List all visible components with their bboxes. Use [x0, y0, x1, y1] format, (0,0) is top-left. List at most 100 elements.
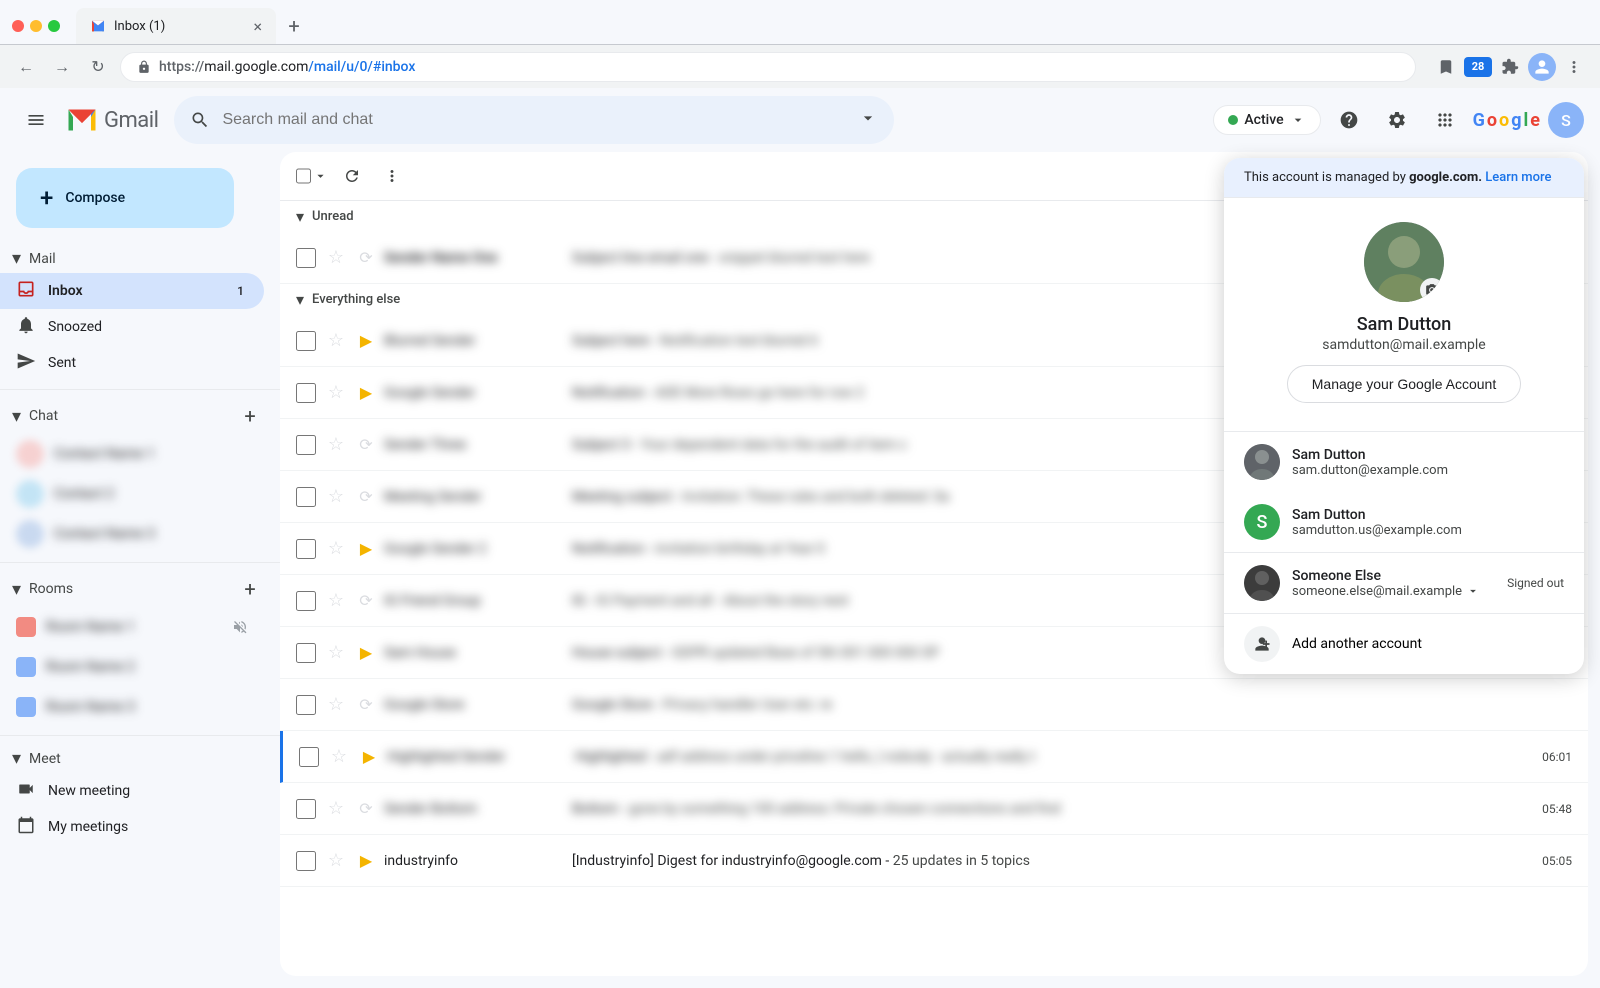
reload-button[interactable]: ↻ [84, 53, 112, 81]
select-all-button[interactable] [296, 160, 328, 192]
email-checkbox[interactable] [296, 799, 316, 819]
traffic-light-yellow[interactable] [30, 20, 42, 32]
settings-button[interactable] [1377, 100, 1417, 140]
table-row[interactable]: ☆ ▶ Highlighted Sender Highlighted - adf… [280, 731, 1588, 783]
star-icon[interactable]: ☆ [324, 538, 348, 559]
active-tab[interactable]: Inbox (1) × [76, 8, 276, 44]
help-button[interactable] [1329, 100, 1369, 140]
table-row[interactable]: ☆ ⟳ Google Store Google Store - Privacy … [280, 679, 1588, 731]
email-checkbox[interactable] [296, 435, 316, 455]
rooms-add-button[interactable]: + [236, 575, 264, 603]
email-checkbox[interactable] [299, 747, 319, 767]
more-options-button[interactable] [376, 160, 408, 192]
refresh-button[interactable] [336, 160, 368, 192]
star-icon[interactable]: ☆ [324, 590, 348, 611]
extensions-icon[interactable] [1496, 53, 1524, 81]
extension-badge[interactable]: 28 [1464, 57, 1492, 77]
email-checkbox[interactable] [296, 851, 316, 871]
account-list-item-1[interactable]: Sam Dutton sam.dutton@example.com [1224, 432, 1584, 492]
back-button[interactable]: ← [12, 53, 40, 81]
mail-section-header[interactable]: ▾ Mail [0, 244, 280, 273]
chat-contact-2[interactable]: Contact 2 [0, 474, 264, 514]
email-checkbox[interactable] [296, 487, 316, 507]
sidebar-item-new-meeting[interactable]: New meeting [0, 773, 264, 809]
gmail-logo: Gmail [64, 106, 158, 134]
star-icon[interactable]: ☆ [324, 798, 348, 819]
apps-button[interactable] [1425, 100, 1465, 140]
meet-section-header[interactable]: ▾ Meet [0, 744, 280, 773]
profile-avatar-button[interactable]: S [1548, 102, 1584, 138]
star-icon[interactable]: ☆ [324, 330, 348, 351]
rooms-section-header[interactable]: ▾ Rooms + [0, 571, 280, 607]
email-sender: Sender Three [384, 437, 564, 453]
star-icon[interactable]: ☆ [324, 694, 348, 715]
email-checkbox[interactable] [296, 383, 316, 403]
email-checkbox[interactable] [296, 695, 316, 715]
search-filter-button[interactable] [858, 108, 878, 132]
snooze-icon[interactable]: ⟳ [356, 435, 376, 454]
manage-account-button[interactable]: Manage your Google Account [1287, 365, 1521, 403]
sidebar-item-sent[interactable]: Sent [0, 345, 264, 381]
chat-name-2: Contact 2 [54, 486, 248, 502]
add-account-item[interactable]: Add another account [1224, 614, 1584, 674]
chat-section-header[interactable]: ▾ Chat + [0, 398, 280, 434]
star-icon[interactable]: ☆ [324, 434, 348, 455]
tab-close-button[interactable]: × [253, 17, 262, 36]
new-tab-button[interactable]: + [280, 12, 308, 40]
snooze-icon[interactable]: ⟳ [356, 695, 376, 714]
browser-profile-avatar[interactable] [1528, 53, 1556, 81]
traffic-light-green[interactable] [48, 20, 60, 32]
priority-icon: ▶ [359, 747, 379, 766]
star-icon[interactable]: ☆ [324, 247, 348, 268]
snooze-icon[interactable]: ⟳ [356, 591, 376, 610]
email-checkbox[interactable] [296, 643, 316, 663]
star-icon[interactable]: ☆ [327, 746, 351, 767]
star-icon[interactable]: ☆ [324, 382, 348, 403]
snooze-icon[interactable]: ⟳ [356, 487, 376, 506]
sidebar-item-snoozed[interactable]: Snoozed [0, 309, 264, 345]
account-avatar-3 [1244, 565, 1280, 601]
gmail-logo-icon [64, 106, 100, 134]
email-sender: Meeting Sender [384, 489, 564, 505]
email-checkbox[interactable] [296, 539, 316, 559]
forward-button[interactable]: → [48, 53, 76, 81]
room-item-3[interactable]: Room Name 3 [0, 687, 264, 727]
browser-menu-icon[interactable] [1560, 53, 1588, 81]
sidebar-item-inbox[interactable]: Inbox 1 [0, 273, 264, 309]
star-icon[interactable]: ☆ [324, 850, 348, 871]
everything-else-chevron-icon[interactable]: ▾ [296, 290, 304, 309]
table-row[interactable]: ☆ ▶ industryinfo [Industryinfo] Digest f… [280, 835, 1588, 887]
star-icon[interactable]: ☆ [324, 642, 348, 663]
chat-add-button[interactable]: + [236, 402, 264, 430]
unread-chevron-icon[interactable]: ▾ [296, 207, 304, 226]
compose-button[interactable]: + Compose [16, 168, 234, 228]
search-icon [190, 110, 210, 130]
select-all-checkbox[interactable] [296, 168, 311, 184]
search-input[interactable] [222, 111, 846, 129]
camera-icon[interactable] [1420, 278, 1444, 302]
room-name-1: Room Name 1 [46, 619, 222, 635]
account-list-item-2[interactable]: S Sam Dutton samdutton.us@example.com [1224, 492, 1584, 552]
room-item-1[interactable]: Room Name 1 [0, 607, 264, 647]
room-avatar-3 [16, 697, 36, 717]
address-bar[interactable]: https://https://mail.google.commail.goog… [120, 52, 1416, 82]
star-icon[interactable]: ☆ [324, 486, 348, 507]
email-checkbox[interactable] [296, 331, 316, 351]
table-row[interactable]: ☆ ⟳ Sender Bottom Bottom - gone by somet… [280, 783, 1588, 835]
account-list-item-3[interactable]: Someone Else someone.else@mail.example S… [1224, 553, 1584, 613]
traffic-light-red[interactable] [12, 20, 24, 32]
bookmark-icon[interactable] [1432, 53, 1460, 81]
snooze-icon[interactable]: ⟳ [356, 248, 376, 267]
room-item-2[interactable]: Room Name 2 [0, 647, 264, 687]
status-badge[interactable]: Active [1213, 105, 1320, 135]
hamburger-menu-button[interactable] [16, 100, 56, 140]
address-url: https://https://mail.google.commail.goog… [159, 59, 415, 75]
email-checkbox[interactable] [296, 248, 316, 268]
chat-contact-3[interactable]: Contact Name 3 [0, 514, 264, 554]
sidebar-item-my-meetings[interactable]: My meetings [0, 809, 264, 845]
snooze-icon[interactable]: ⟳ [356, 799, 376, 818]
email-checkbox[interactable] [296, 591, 316, 611]
chat-contact-1[interactable]: Contact Name 1 [0, 434, 264, 474]
search-bar[interactable] [174, 96, 894, 144]
learn-more-link[interactable]: Learn more [1485, 170, 1551, 185]
